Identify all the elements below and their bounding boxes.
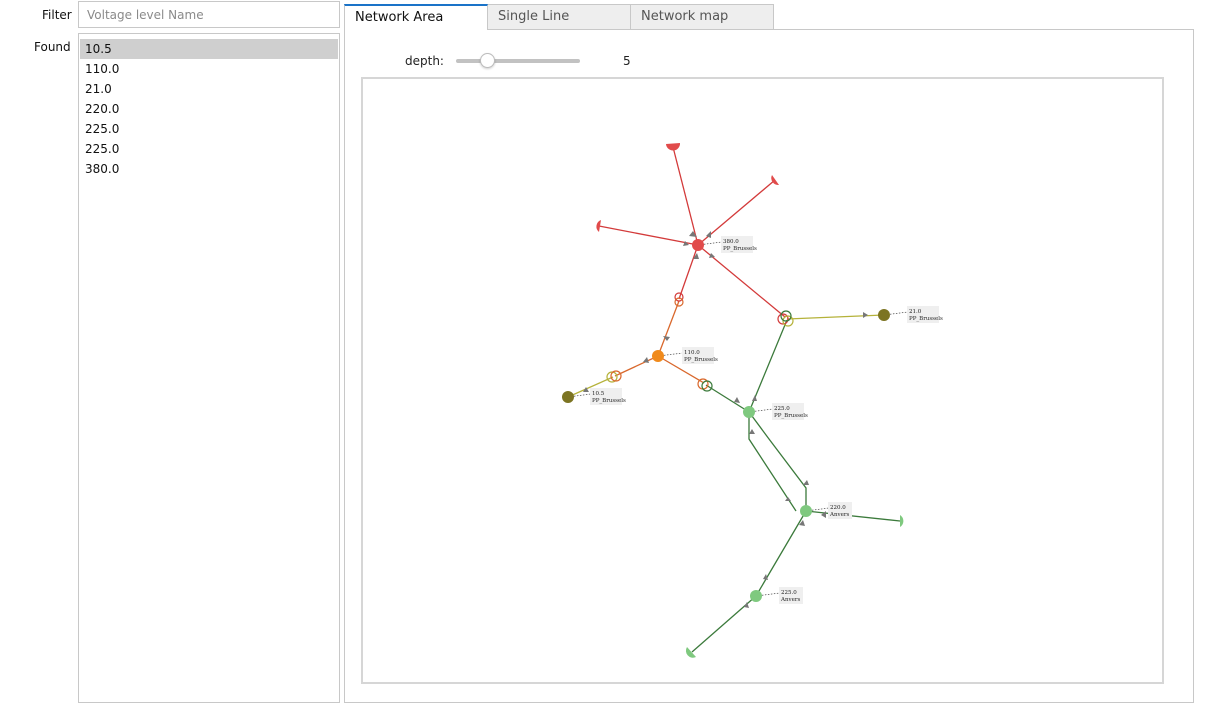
node-label-110: 110.0 bbox=[684, 350, 700, 356]
found-list-item[interactable]: 110.0 bbox=[80, 59, 338, 79]
arrow-icon bbox=[749, 429, 755, 434]
node-label-10: 10.5 bbox=[592, 391, 605, 397]
line-end-top bbox=[666, 143, 681, 151]
node-sublabel-225a: PP_Brussels bbox=[774, 413, 808, 419]
depth-value: 5 bbox=[623, 54, 631, 68]
node-10[interactable] bbox=[562, 391, 574, 403]
edge-trafo-225 bbox=[705, 384, 750, 413]
node-label-225a: 225.0 bbox=[774, 406, 790, 412]
node-sublabel-10: PP_Brussels bbox=[592, 398, 626, 404]
edge-225a-220-b bbox=[748, 411, 807, 511]
node-225a[interactable] bbox=[743, 406, 755, 418]
arrow-icon bbox=[734, 397, 740, 403]
found-list-item[interactable]: 10.5 bbox=[80, 39, 338, 59]
depth-label: depth: bbox=[405, 54, 444, 68]
depth-slider-thumb[interactable] bbox=[479, 53, 495, 68]
found-list-item[interactable]: 225.0 bbox=[80, 119, 338, 139]
found-list-item[interactable]: 21.0 bbox=[80, 79, 338, 99]
node-label-220: 220.0 bbox=[830, 505, 846, 511]
node-label-380: 380.0 bbox=[723, 239, 739, 245]
found-list-item[interactable]: 380.0 bbox=[80, 159, 338, 179]
line-end-bottom bbox=[685, 647, 696, 658]
node-sublabel-225b: Anvers bbox=[780, 597, 801, 603]
node-sublabel-220: Anvers bbox=[829, 512, 850, 518]
voltage-level-nodes[interactable] bbox=[562, 239, 890, 602]
found-list-item[interactable]: 225.0 bbox=[80, 139, 338, 159]
transformers bbox=[606, 292, 794, 392]
node-225b[interactable] bbox=[750, 590, 762, 602]
network-area-diagram[interactable]: 380.0 PP_Brussels 110.0 PP_Brussels 10.5… bbox=[361, 77, 1164, 684]
node-label-225b: 225.0 bbox=[781, 590, 797, 596]
node-110[interactable] bbox=[652, 350, 664, 362]
edge-trafo3w-21 bbox=[786, 314, 885, 320]
arrow-icon bbox=[803, 480, 809, 485]
edge-trafo-110 bbox=[657, 300, 680, 357]
node-380[interactable] bbox=[692, 239, 704, 251]
edge-220-line-right bbox=[805, 510, 901, 522]
edge-110-trafo-10 bbox=[614, 355, 659, 377]
arrow-icon bbox=[785, 497, 791, 501]
arrow-icon bbox=[863, 312, 868, 318]
tab-network-area[interactable]: Network Area bbox=[344, 4, 488, 30]
edge-220-225b bbox=[755, 510, 807, 597]
edge-380-line-top bbox=[672, 146, 699, 246]
label-boxes bbox=[590, 236, 939, 604]
found-list-item[interactable]: 220.0 bbox=[80, 99, 338, 119]
found-label: Found bbox=[34, 40, 71, 54]
node-220[interactable] bbox=[800, 505, 812, 517]
node-sublabel-21: PP_Brussels bbox=[909, 316, 943, 322]
dangling-line-ends bbox=[596, 143, 904, 658]
line-end-right bbox=[900, 515, 904, 527]
node-sublabel-110: PP_Brussels bbox=[684, 357, 718, 363]
node-label-21: 21.0 bbox=[909, 309, 922, 315]
node-21[interactable] bbox=[878, 309, 890, 321]
depth-slider-track[interactable] bbox=[456, 59, 580, 63]
tab-network-map[interactable]: Network map bbox=[630, 4, 774, 29]
label-leaders bbox=[567, 241, 909, 597]
filter-label: Filter bbox=[42, 8, 72, 22]
edge-225a-220-a bbox=[748, 412, 797, 512]
found-list[interactable]: 10.5 110.0 21.0 220.0 225.0 225.0 380.0 bbox=[78, 33, 340, 703]
edge-380-line-left bbox=[598, 225, 699, 246]
edge-380-trafo-110 bbox=[678, 244, 699, 300]
filter-input[interactable] bbox=[78, 1, 340, 28]
node-sublabel-380: PP_Brussels bbox=[723, 246, 757, 252]
flow-arrows bbox=[583, 231, 868, 608]
tab-single-line[interactable]: Single Line bbox=[487, 4, 631, 29]
line-end-topright bbox=[771, 175, 779, 186]
